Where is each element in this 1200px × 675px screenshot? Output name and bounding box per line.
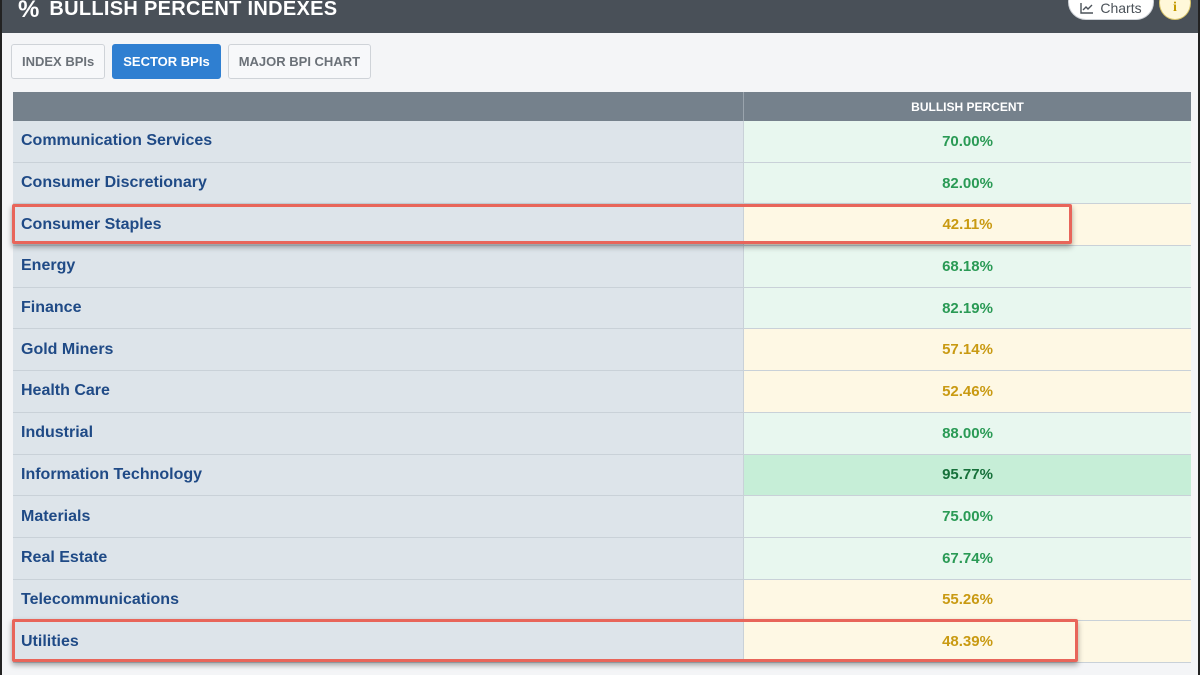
table-row[interactable]: Real Estate 67.74% [13,537,1191,580]
bullish-percent-value: 70.00% [744,121,1191,162]
sector-name[interactable]: Gold Miners [13,329,744,371]
bullish-percent-value: 75.00% [744,496,1191,537]
bpi-tabs: INDEX BPIs SECTOR BPIs MAJOR BPI CHART [11,44,372,79]
info-button[interactable]: i [1159,0,1191,20]
table-row[interactable]: Finance 82.19% [13,287,1191,330]
bullish-percent-value: 55.26% [744,579,1191,621]
bullish-percent-value: 95.77% [744,454,1191,496]
table-row[interactable]: Telecommunications 55.26% [13,579,1191,622]
bullish-percent-value: 88.00% [744,412,1191,454]
tab-sector-bpis[interactable]: SECTOR BPIs [112,44,221,79]
charts-button[interactable]: Charts [1068,0,1154,20]
percent-icon: % [18,0,40,23]
bullish-percent-value: 52.46% [744,371,1191,412]
highlight-utilities [12,619,1078,662]
highlight-consumer-staples [12,204,1072,244]
sector-bpi-table: BULLISH PERCENT Communication Services 70… [13,92,1191,663]
table-row[interactable]: Gold Miners 57.14% [13,329,1191,372]
table-row[interactable]: Information Technology 95.77% [13,454,1191,497]
sector-name[interactable]: Telecommunications [13,579,744,621]
panel-header: % BULLISH PERCENT INDEXES Charts i [2,0,1198,33]
sector-name[interactable]: Consumer Discretionary [13,162,744,204]
bullish-percent-value: 68.18% [744,246,1191,287]
bullish-percent-column-header[interactable]: BULLISH PERCENT [744,92,1191,121]
status-legend [2,668,1198,675]
sector-column-header [13,92,744,121]
sector-name[interactable]: Information Technology [13,454,744,496]
table-header: BULLISH PERCENT [13,92,1191,121]
bullish-percent-value: 82.00% [744,162,1191,204]
table-row[interactable]: Energy 68.18% [13,246,1191,288]
table-row[interactable]: Health Care 52.46% [13,371,1191,413]
table-body: Communication Services 70.00% Consumer Dis… [13,121,1191,663]
line-chart-icon [1080,3,1094,14]
sector-name[interactable]: Health Care [13,371,744,412]
sector-name[interactable]: Communication Services [13,121,744,162]
table-row[interactable]: Consumer Discretionary 82.00% [13,162,1191,205]
bullish-percent-value: 82.19% [744,287,1191,329]
table-row[interactable]: Materials 75.00% [13,496,1191,538]
sector-name[interactable]: Real Estate [13,537,744,579]
sector-name[interactable]: Energy [13,246,744,287]
sector-name[interactable]: Industrial [13,412,744,454]
table-row[interactable]: Communication Services 70.00% [13,121,1191,163]
info-icon: i [1173,0,1177,15]
tab-major-bpi-chart[interactable]: MAJOR BPI CHART [227,44,372,79]
charts-button-label: Charts [1100,0,1142,16]
bpi-panel: % BULLISH PERCENT INDEXES Charts i INDEX… [0,0,1200,675]
sector-name[interactable]: Materials [13,496,744,537]
table-row[interactable]: Industrial 88.00% [13,412,1191,455]
tab-index-bpis[interactable]: INDEX BPIs [11,44,106,79]
bullish-percent-value: 67.74% [744,537,1191,579]
bullish-percent-value: 57.14% [744,329,1191,371]
page-title: BULLISH PERCENT INDEXES [49,0,338,20]
sector-name[interactable]: Finance [13,287,744,329]
